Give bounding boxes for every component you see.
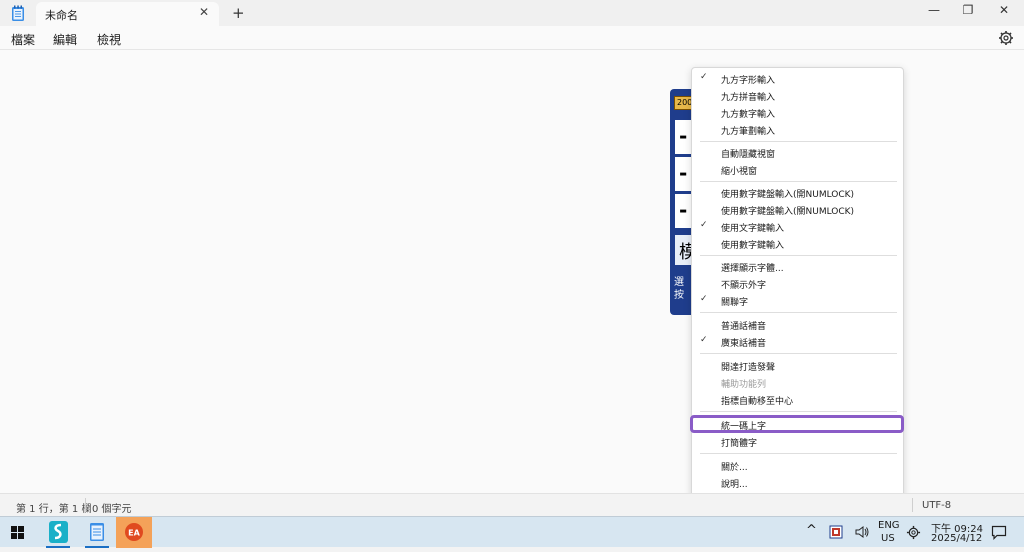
keyboard-layout: US — [881, 533, 895, 544]
menu-item-choose-font[interactable]: 選擇顯示字體... — [692, 258, 905, 275]
menu-separator — [700, 353, 897, 354]
menu-item-cantonese-sound[interactable]: ✓ 廣東話補音 — [692, 333, 905, 350]
ime-foot-2: 按 — [674, 290, 684, 301]
menu-file[interactable]: 檔案 — [11, 31, 35, 48]
menu-item-about[interactable]: 關於... — [692, 457, 905, 474]
menu-item-unicode-input[interactable]: 統一碼上字 — [692, 416, 905, 433]
menu-item-jiufang-pinyin[interactable]: 九方拼音輸入 — [692, 87, 905, 104]
document-tab[interactable]: 未命名 ✕ — [36, 2, 219, 26]
menu-item-jiufang-stroke[interactable]: 九方筆劃輸入 — [692, 121, 905, 138]
menu-separator — [700, 255, 897, 256]
check-icon: ✓ — [700, 294, 708, 304]
menu-bar: 檔案 編輯 檢視 — [0, 26, 1024, 50]
menu-item-auto-hide[interactable]: 自動隱藏視窗 — [692, 144, 905, 161]
menu-edit[interactable]: 編輯 — [53, 31, 77, 48]
menu-item-label: 九方字形輸入 — [721, 76, 776, 86]
menu-item-label: 說明... — [721, 480, 748, 490]
menu-item-label: 打簡體字 — [721, 439, 758, 449]
status-divider — [85, 498, 86, 512]
menu-item-label: 九方數字輸入 — [721, 110, 776, 120]
new-tab-button[interactable]: + — [232, 4, 245, 22]
menu-item-label: 普通話補音 — [721, 322, 767, 332]
surfshark-icon — [49, 521, 68, 543]
menu-item-minimize-window[interactable]: 縮小視窗 — [692, 161, 905, 178]
menu-item-label: 使用數字鍵盤輸入(開NUMLOCK) — [721, 190, 855, 200]
windows-logo-icon — [11, 526, 24, 539]
active-indicator — [46, 546, 70, 548]
menu-item-jiufang-number[interactable]: 九方數字輸入 — [692, 104, 905, 121]
language-indicator[interactable]: ENG — [878, 520, 900, 531]
menu-item-label: 縮小視窗 — [721, 167, 758, 177]
taskbar-app-surfshark[interactable] — [40, 517, 76, 548]
menu-item-accessibility-bar: 輔助功能列 — [692, 374, 905, 391]
check-icon: ✓ — [700, 220, 708, 230]
menu-item-label: 關聯字 — [721, 298, 749, 308]
check-icon: ✓ — [700, 72, 708, 82]
notepad-app-icon — [12, 5, 24, 21]
menu-item-label: 不顯示外字 — [721, 281, 767, 291]
menu-separator — [700, 411, 897, 412]
menu-item-number-keys[interactable]: 使用數字鍵輸入 — [692, 235, 905, 252]
menu-separator — [700, 181, 897, 182]
notification-icon[interactable] — [991, 525, 1007, 540]
clock-date[interactable]: 2025/4/12 — [931, 533, 982, 544]
status-divider — [912, 498, 913, 512]
menu-item-numpad-numlock-on[interactable]: 使用數字鍵盤輸入(開NUMLOCK) — [692, 184, 905, 201]
speaker-icon[interactable] — [854, 525, 870, 539]
menu-separator — [700, 312, 897, 313]
menu-item-label: 開達打造發聲 — [721, 363, 776, 373]
start-button[interactable] — [0, 517, 36, 548]
ime-context-menu: ✓ 九方字形輸入 九方拼音輸入 九方數字輸入 九方筆劃輸入 自動隱藏視窗 縮小視… — [690, 67, 905, 515]
tray-chevron-icon[interactable]: ^ — [806, 523, 817, 538]
status-bar: 第 1 行，第 1 欄 0 個字元 UTF-8 — [0, 493, 1024, 516]
settings-tray-icon[interactable] — [906, 525, 921, 540]
svg-text:EA: EA — [128, 529, 140, 538]
taskbar-app-ea[interactable]: EA — [116, 517, 152, 548]
menu-item-label: 自動隱藏視窗 — [721, 150, 776, 160]
title-bar: 未命名 ✕ + — ❐ ✕ — [0, 0, 1024, 26]
menu-item-hide-external-chars[interactable]: 不顯示外字 — [692, 275, 905, 292]
menu-item-jiufang-shape[interactable]: ✓ 九方字形輸入 — [692, 70, 905, 87]
menu-separator — [700, 453, 897, 454]
minimize-button[interactable]: — — [922, 3, 946, 21]
close-button[interactable]: ✕ — [992, 3, 1016, 21]
menu-separator — [700, 141, 897, 142]
notepad-icon — [90, 523, 104, 541]
maximize-button[interactable]: ❐ — [956, 3, 980, 21]
settings-gear-icon[interactable] — [998, 30, 1014, 46]
menu-item-mandarin-sound[interactable]: 普通話補音 — [692, 316, 905, 333]
menu-item-label: 使用數字鍵盤輸入(關NUMLOCK) — [721, 207, 855, 217]
menu-item-typing-sound[interactable]: 開達打造發聲 — [692, 357, 905, 374]
tab-title: 未命名 — [45, 9, 78, 22]
encoding-indicator[interactable]: UTF-8 — [922, 500, 951, 511]
taskbar-app-notepad[interactable] — [79, 517, 115, 548]
menu-item-label: 指標自動移至中心 — [721, 397, 794, 407]
ime-tray-icon[interactable] — [829, 525, 843, 539]
menu-item-label: 統一碼上字 — [721, 422, 767, 432]
menu-item-label: 九方拼音輸入 — [721, 93, 776, 103]
menu-view[interactable]: 檢視 — [97, 31, 121, 48]
menu-item-label: 使用文字鍵輸入 — [721, 224, 785, 234]
menu-item-pointer-center[interactable]: 指標自動移至中心 — [692, 391, 905, 408]
menu-item-associated-chars[interactable]: ✓ 關聯字 — [692, 292, 905, 309]
menu-item-text-keys[interactable]: ✓ 使用文字鍵輸入 — [692, 218, 905, 235]
menu-item-help[interactable]: 說明... — [692, 474, 905, 491]
taskbar: EA ^ ENG US 下午 09:24 2025/4/12 — [0, 516, 1024, 548]
check-icon: ✓ — [700, 335, 708, 345]
tab-close-icon[interactable]: ✕ — [199, 5, 209, 19]
menu-item-numpad-numlock-off[interactable]: 使用數字鍵盤輸入(關NUMLOCK) — [692, 201, 905, 218]
menu-item-label: 九方筆劃輸入 — [721, 127, 776, 137]
ea-app-icon: EA — [125, 523, 143, 541]
menu-item-label: 廣東話補音 — [721, 339, 767, 349]
cursor-position: 第 1 行，第 1 欄 — [16, 504, 92, 515]
menu-item-label: 使用數字鍵輸入 — [721, 241, 785, 251]
menu-item-label: 輔助功能列 — [721, 380, 767, 390]
menu-item-label: 選擇顯示字體... — [721, 264, 784, 274]
active-indicator — [85, 546, 109, 548]
char-count: 0 個字元 — [92, 504, 132, 515]
menu-item-label: 關於... — [721, 463, 748, 473]
menu-item-simplified-chinese[interactable]: 打簡體字 — [692, 433, 905, 450]
